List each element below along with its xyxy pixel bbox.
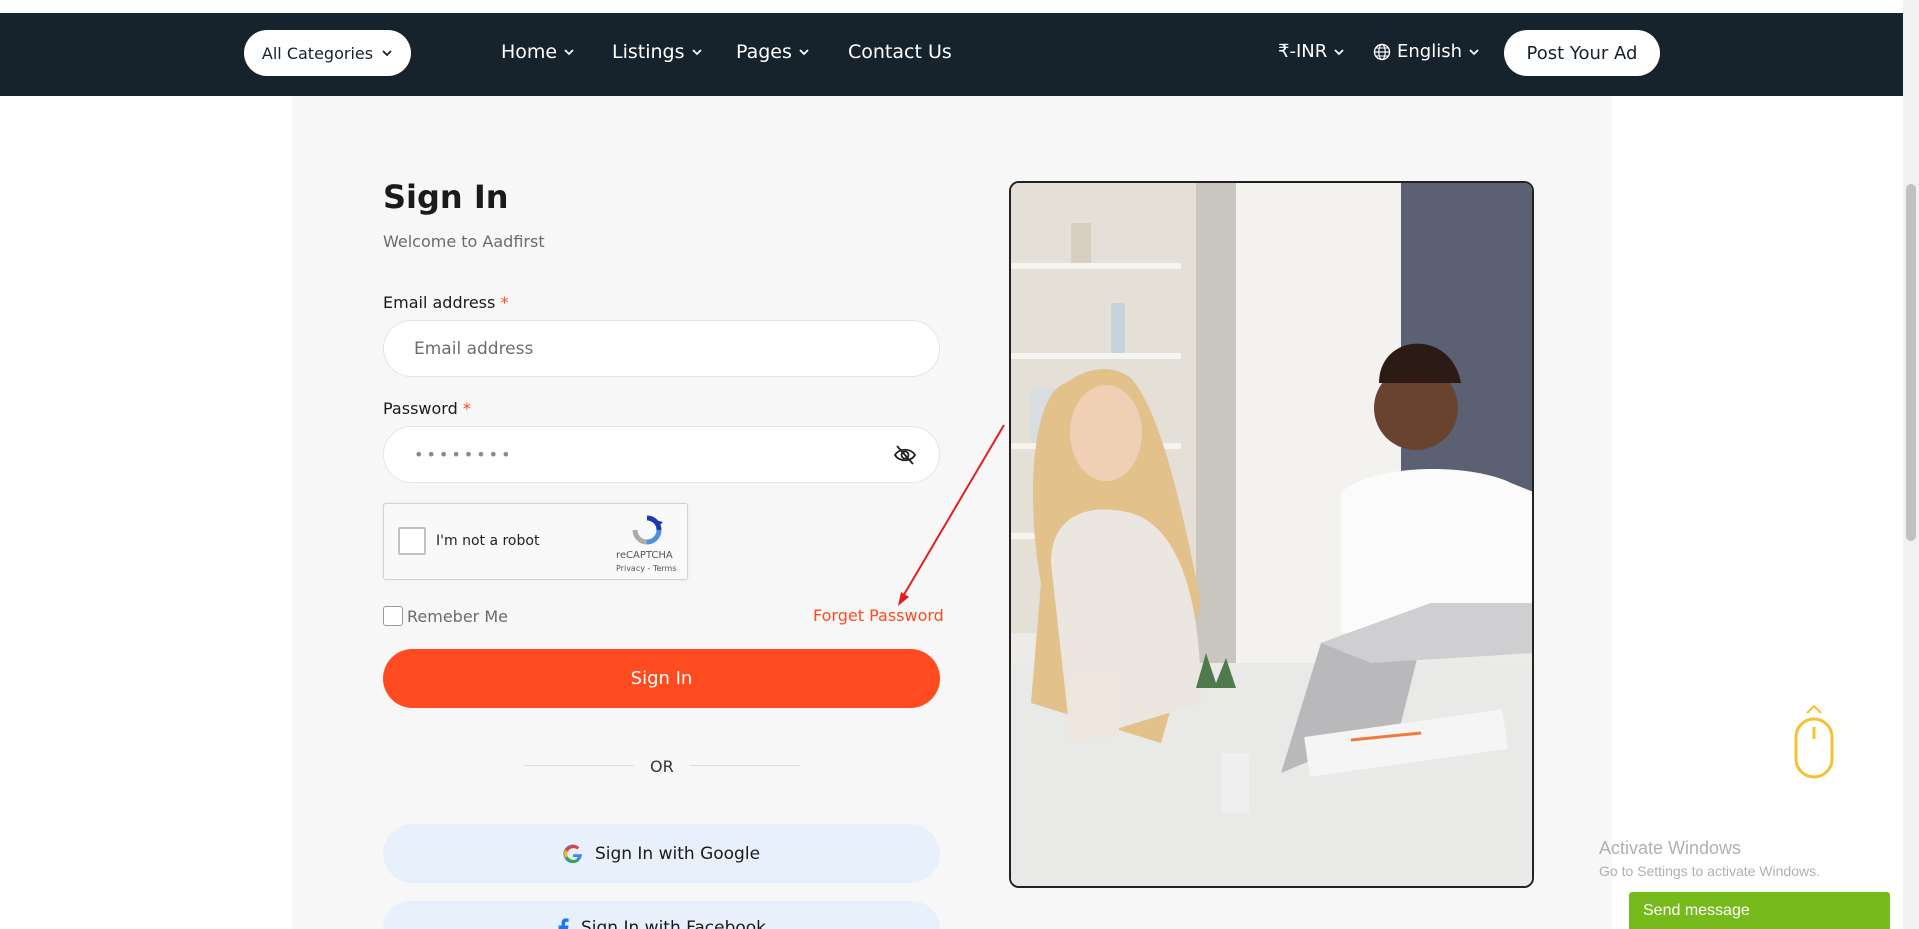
- email-placeholder: Email address: [414, 338, 534, 359]
- nav-item-pages[interactable]: Pages: [736, 41, 810, 63]
- email-label-text: Email address: [383, 293, 496, 312]
- top-strip: [0, 0, 1903, 13]
- nav-item-label: Listings: [612, 41, 685, 63]
- chevron-down-icon: [564, 49, 574, 56]
- chevron-down-icon: [1469, 48, 1479, 55]
- sign-in-label: Sign In: [630, 668, 693, 689]
- nav-item-contact-us[interactable]: Contact Us: [848, 41, 952, 63]
- recaptcha-logo-icon: [632, 515, 663, 545]
- recaptcha-widget: I'm not a robot reCAPTCHA Privacy - Term…: [383, 503, 688, 580]
- recaptcha-brand: reCAPTCHA: [616, 550, 673, 561]
- nav-item-label: Contact Us: [848, 41, 952, 63]
- office-scene-illustration: [1011, 183, 1532, 886]
- currency-selector[interactable]: ₹-INR: [1278, 41, 1345, 62]
- remember-label: Remeber Me: [407, 606, 508, 626]
- sign-in-button[interactable]: Sign In: [383, 649, 940, 708]
- page-subtitle: Welcome to Aadfirst: [383, 232, 545, 251]
- page-title: Sign In: [383, 178, 509, 216]
- email-label: Email address *: [383, 293, 508, 312]
- chevron-down-icon: [1334, 48, 1344, 55]
- nav-item-label: Home: [501, 41, 558, 63]
- password-input[interactable]: ••••••••: [383, 426, 940, 483]
- password-value: ••••••••: [414, 445, 514, 464]
- send-message-label: Send message: [1643, 901, 1750, 919]
- language-label: English: [1397, 41, 1462, 62]
- required-mark: *: [500, 293, 509, 312]
- chevron-down-icon: [799, 49, 809, 56]
- remember-checkbox[interactable]: [383, 606, 403, 626]
- scroll-mouse-icon[interactable]: [1793, 703, 1835, 780]
- post-your-ad-label: Post Your Ad: [1526, 42, 1638, 64]
- google-icon: [563, 844, 582, 863]
- password-label: Password *: [383, 399, 471, 418]
- facebook-signin-button[interactable]: Sign In with Facebook: [383, 901, 940, 929]
- post-your-ad-button[interactable]: Post Your Ad: [1504, 30, 1660, 76]
- recaptcha-checkbox[interactable]: [398, 527, 426, 555]
- main-navbar: All Categories Home Listings Pages Conta…: [0, 13, 1903, 96]
- office-photo: [1009, 181, 1534, 888]
- nav-item-listings[interactable]: Listings: [612, 41, 703, 63]
- facebook-signin-label: Sign In with Facebook: [580, 918, 767, 929]
- password-label-text: Password: [383, 399, 458, 418]
- all-categories-button[interactable]: All Categories: [244, 30, 411, 76]
- language-selector[interactable]: English: [1373, 41, 1480, 62]
- send-message-button[interactable]: Send message: [1629, 892, 1890, 929]
- currency-label: ₹-INR: [1278, 41, 1328, 62]
- google-signin-button[interactable]: Sign In with Google: [383, 824, 940, 883]
- divider-or: OR: [650, 757, 674, 776]
- remember-me[interactable]: Remeber Me: [383, 606, 508, 626]
- required-mark: *: [462, 399, 471, 418]
- globe-icon: [1373, 43, 1391, 60]
- recaptcha-label: I'm not a robot: [436, 533, 540, 549]
- nav-item-label: Pages: [736, 41, 792, 63]
- scrollbar-thumb[interactable]: [1906, 184, 1916, 541]
- all-categories-label: All Categories: [261, 43, 374, 63]
- divider-line: [690, 765, 800, 766]
- divider-line: [524, 765, 634, 766]
- nav-item-home[interactable]: Home: [501, 41, 575, 63]
- eye-slash-icon[interactable]: [893, 444, 917, 466]
- chevron-down-icon: [382, 50, 392, 57]
- google-signin-label: Sign In with Google: [594, 843, 761, 864]
- forget-password-link[interactable]: Forget Password: [813, 606, 944, 625]
- email-input[interactable]: Email address: [383, 320, 940, 377]
- activate-windows-title: Activate Windows: [1599, 838, 1742, 858]
- recaptcha-links[interactable]: Privacy - Terms: [616, 564, 677, 573]
- facebook-icon: [558, 918, 569, 929]
- chevron-down-icon: [691, 49, 702, 56]
- activate-windows-subtitle: Go to Settings to activate Windows.: [1599, 863, 1820, 879]
